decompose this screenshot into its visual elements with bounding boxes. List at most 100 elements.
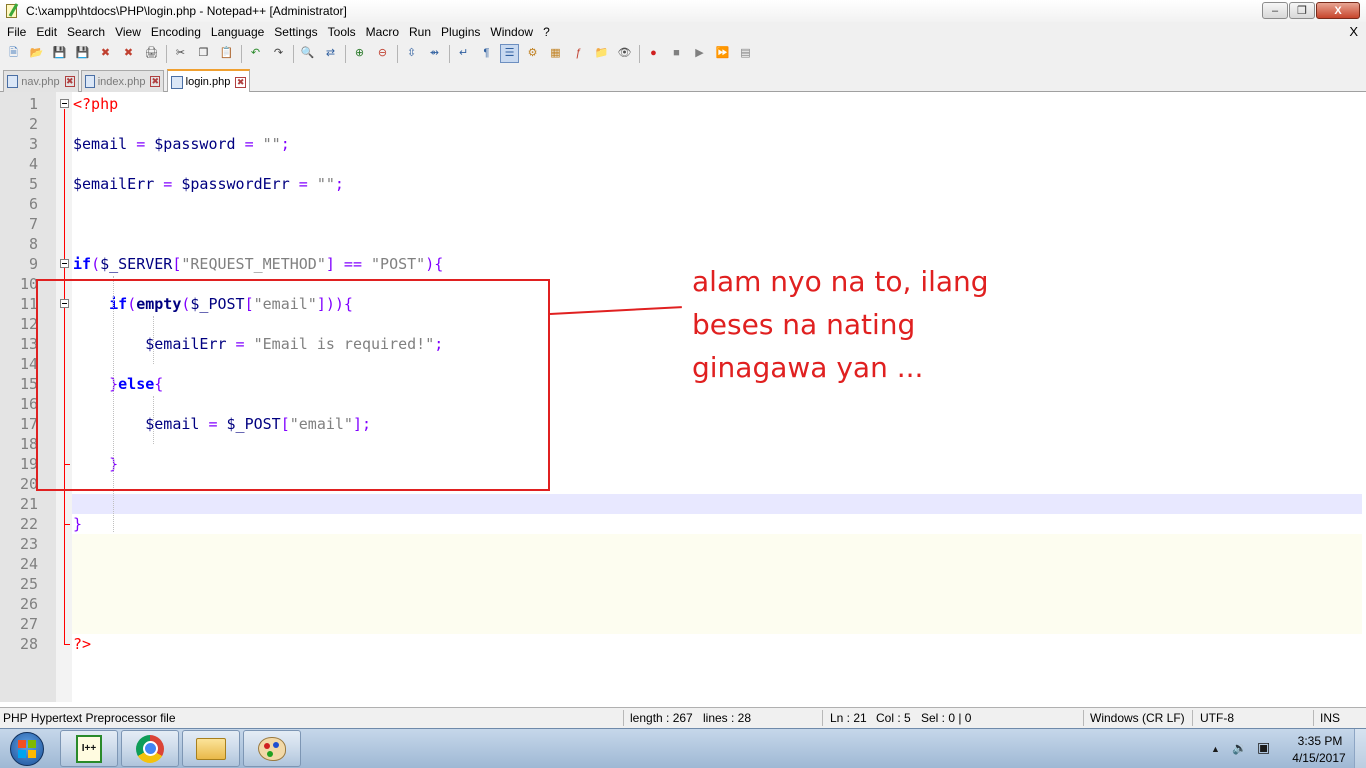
code-line[interactable]: 23 xyxy=(0,534,1366,554)
code-line[interactable]: 1 <?php xyxy=(0,94,1366,114)
menu-file[interactable]: File xyxy=(2,25,31,39)
record-macro-icon[interactable]: ● xyxy=(644,44,663,63)
status-divider xyxy=(1313,710,1314,726)
menu-window[interactable]: Window xyxy=(485,25,538,39)
cut-icon[interactable]: ✂ xyxy=(171,44,190,63)
tab-close-icon[interactable]: ✖ xyxy=(235,76,246,88)
code-line[interactable]: 27 xyxy=(0,614,1366,634)
code-line[interactable]: 5 $emailErr = $passwordErr = ""; xyxy=(0,174,1366,194)
code-line[interactable]: 24 xyxy=(0,554,1366,574)
network-icon[interactable]: ▣ xyxy=(1257,739,1270,756)
sync-horizontal-icon[interactable]: ⇴ xyxy=(425,44,444,63)
line-tint xyxy=(72,614,1362,634)
menu-view[interactable]: View xyxy=(110,25,146,39)
save-icon[interactable]: 💾 xyxy=(50,44,69,63)
monitoring-icon[interactable]: 👁 xyxy=(615,44,634,63)
fold-toggle-icon[interactable] xyxy=(60,259,69,268)
tab-close-icon[interactable]: ✖ xyxy=(64,76,75,87)
undo-icon[interactable]: ↶ xyxy=(246,44,265,63)
code-line[interactable]: 26 xyxy=(0,594,1366,614)
indent-guide-icon[interactable]: ☰ xyxy=(500,44,519,63)
run-macro-multiple-icon[interactable]: ⏩ xyxy=(713,44,732,63)
find-icon[interactable]: 🔍 xyxy=(298,44,317,63)
desktop-screen: C:\xampp\htdocs\PHP\login.php - Notepad+… xyxy=(0,0,1366,768)
menu-run[interactable]: Run xyxy=(404,25,436,39)
code-line[interactable]: 6 xyxy=(0,194,1366,214)
save-macro-icon[interactable]: ▤ xyxy=(736,44,755,63)
start-button[interactable] xyxy=(2,731,52,767)
taskbar-explorer[interactable] xyxy=(182,730,240,767)
tray-expand-icon[interactable]: ▲ xyxy=(1211,744,1220,754)
clock-time[interactable]: 3:35 PM xyxy=(1295,734,1345,748)
status-encoding[interactable]: UTF-8 xyxy=(1200,711,1234,725)
zoom-out-icon[interactable]: ⊖ xyxy=(373,44,392,63)
menu-tools[interactable]: Tools xyxy=(323,25,361,39)
code-line[interactable]: 28 ?> xyxy=(0,634,1366,654)
volume-icon[interactable]: 🔉 xyxy=(1232,741,1247,755)
taskbar-paint[interactable] xyxy=(243,730,301,767)
open-file-icon[interactable]: 📂 xyxy=(27,44,46,63)
show-desktop-button[interactable] xyxy=(1354,729,1366,768)
save-all-icon[interactable]: 💾 xyxy=(73,44,92,63)
taskbar-chrome[interactable] xyxy=(121,730,179,767)
menu-macro[interactable]: Macro xyxy=(361,25,404,39)
replace-icon[interactable]: ⇄ xyxy=(321,44,340,63)
title-bar[interactable]: C:\xampp\htdocs\PHP\login.php - Notepad+… xyxy=(0,0,1366,22)
stop-macro-icon[interactable]: ■ xyxy=(667,44,686,63)
notepadpp-app-icon[interactable] xyxy=(4,3,20,19)
code-line[interactable]: 4 xyxy=(0,154,1366,174)
tab-index-php[interactable]: index.php ✖ xyxy=(81,70,164,92)
menu-language[interactable]: Language xyxy=(206,25,269,39)
menu-edit[interactable]: Edit xyxy=(31,25,62,39)
status-divider xyxy=(1083,710,1084,726)
close-file-icon[interactable]: ✖ xyxy=(96,44,115,63)
code-line[interactable]: 21 xyxy=(0,494,1366,514)
user-language-icon[interactable]: ⚙ xyxy=(523,44,542,63)
fold-toggle-icon[interactable] xyxy=(60,99,69,108)
code-line[interactable]: 22} xyxy=(0,514,1366,534)
function-list-icon[interactable]: ƒ xyxy=(569,44,588,63)
status-eol[interactable]: Windows (CR LF) xyxy=(1090,711,1185,725)
code-line[interactable]: 3 $email = $password = ""; xyxy=(0,134,1366,154)
tab-close-icon[interactable]: ✖ xyxy=(150,76,160,87)
close-document-button[interactable]: X xyxy=(1349,24,1358,39)
close-all-icon[interactable]: ✖ xyxy=(119,44,138,63)
zoom-in-icon[interactable]: ⊕ xyxy=(350,44,369,63)
menu-help[interactable]: ? xyxy=(538,25,555,39)
code-line[interactable]: 8 xyxy=(0,234,1366,254)
code-line[interactable]: 9 if($_SERVER["REQUEST_METHOD"] == "POST"… xyxy=(0,254,1366,274)
document-map-icon[interactable]: ▦ xyxy=(546,44,565,63)
php-file-icon xyxy=(171,75,183,89)
copy-icon[interactable]: ❐ xyxy=(194,44,213,63)
word-wrap-icon[interactable]: ↵ xyxy=(454,44,473,63)
minimize-button[interactable]: – xyxy=(1262,2,1288,19)
menu-bar: File Edit Search View Encoding Language … xyxy=(0,22,1366,41)
code-line[interactable]: 2 xyxy=(0,114,1366,134)
clock-date[interactable]: 4/15/2017 xyxy=(1289,751,1349,765)
folder-workspace-icon[interactable]: 📁 xyxy=(592,44,611,63)
code-line[interactable]: 25 xyxy=(0,574,1366,594)
close-window-button[interactable]: X xyxy=(1316,2,1360,19)
code-line[interactable]: 7 xyxy=(0,214,1366,234)
new-file-icon[interactable]: 🗎 xyxy=(4,44,23,63)
paste-icon[interactable]: 📋 xyxy=(217,44,236,63)
menu-encoding[interactable]: Encoding xyxy=(146,25,206,39)
php-file-icon xyxy=(85,75,95,88)
restore-button[interactable]: ❐ xyxy=(1289,2,1315,19)
annotation-highlight-box xyxy=(36,279,550,491)
tab-nav-php[interactable]: nav.php ✖ xyxy=(3,70,79,92)
sync-vertical-icon[interactable]: ⇳ xyxy=(402,44,421,63)
chrome-icon xyxy=(136,734,164,763)
redo-icon[interactable]: ↷ xyxy=(269,44,288,63)
code-token: <?php xyxy=(73,95,119,113)
line-number: 25 xyxy=(19,575,38,593)
menu-settings[interactable]: Settings xyxy=(269,25,322,39)
taskbar-notepadpp[interactable]: I++ xyxy=(60,730,118,767)
menu-search[interactable]: Search xyxy=(62,25,110,39)
show-all-chars-icon[interactable]: ¶ xyxy=(477,44,496,63)
tab-login-php[interactable]: login.php ✖ xyxy=(167,69,250,93)
status-insert-mode[interactable]: INS xyxy=(1320,711,1340,725)
play-macro-icon[interactable]: ▶ xyxy=(690,44,709,63)
menu-plugins[interactable]: Plugins xyxy=(436,25,485,39)
print-icon[interactable]: 🖨 xyxy=(142,44,161,63)
